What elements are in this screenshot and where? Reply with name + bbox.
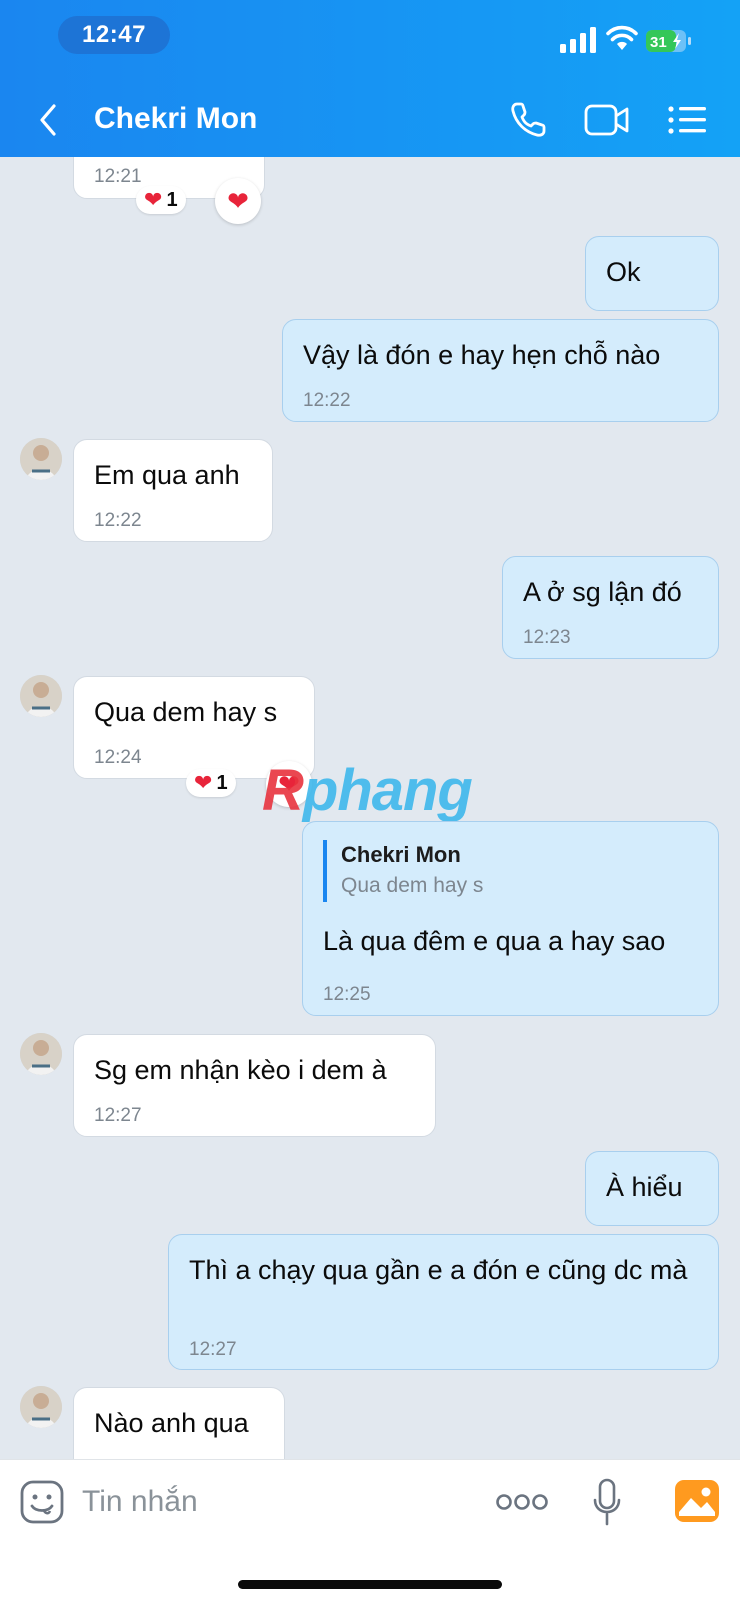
status-time: 12:47 (58, 16, 170, 54)
message-time: 12:24 (94, 747, 142, 768)
message-text: Nào anh qua (94, 1408, 249, 1438)
photo-gallery-button[interactable] (675, 1480, 719, 1522)
message-time: 12:27 (189, 1339, 237, 1360)
contact-avatar[interactable] (20, 675, 62, 717)
reaction-summary[interactable]: ❤ 1 (186, 769, 236, 797)
outgoing-message[interactable]: Ok (585, 236, 719, 311)
outgoing-message[interactable]: A ở sg lận đó 12:23 (502, 556, 719, 659)
message-time: 12:27 (94, 1105, 142, 1126)
incoming-message[interactable]: Em qua anh 12:22 (73, 439, 273, 542)
heart-icon: ❤ (194, 770, 213, 795)
message-text: Vậy là đón e hay hẹn chỗ nào (303, 340, 661, 370)
reaction-count: 1 (166, 188, 178, 211)
message-text: À hiểu (606, 1172, 683, 1202)
outgoing-reply-message[interactable]: Chekri Mon Qua dem hay s Là qua đêm e qu… (302, 821, 719, 1016)
message-text: Là qua đêm e qua a hay sao (323, 926, 666, 956)
more-options-button[interactable] (496, 1490, 548, 1514)
incoming-message[interactable]: Sg em nhận kèo i dem à 12:27 (73, 1034, 436, 1137)
contact-avatar[interactable] (20, 438, 62, 480)
message-time: 12:25 (323, 984, 371, 1005)
message-time: 12:22 (303, 390, 351, 411)
chat-header: 12:47 31 Chekri Mon (0, 0, 740, 157)
message-text: Qua dem hay s (94, 697, 278, 727)
outgoing-message[interactable]: Thì a chạy qua gần e a đón e cũng dc mà … (168, 1234, 719, 1370)
battery-level: 31 (650, 34, 667, 51)
message-time: 12:21 (94, 166, 142, 187)
battery-icon: 31 (646, 30, 691, 52)
message-time: 12:23 (523, 627, 571, 648)
message-text: Em qua anh (94, 460, 240, 490)
message-time: 12:22 (94, 510, 142, 531)
outgoing-message[interactable]: Vậy là đón e hay hẹn chỗ nào 12:22 (282, 319, 719, 422)
message-input[interactable] (82, 1480, 462, 1524)
phone-call-button[interactable] (508, 100, 548, 140)
quoted-message[interactable]: Chekri Mon Qua dem hay s (323, 840, 483, 902)
quoted-text: Qua dem hay s (341, 874, 484, 897)
react-button[interactable]: ❤ (215, 178, 261, 224)
wifi-icon (606, 25, 638, 50)
message-text: Sg em nhận kèo i dem à (94, 1055, 387, 1085)
reaction-summary[interactable]: ❤ 1 (136, 186, 186, 214)
home-indicator (238, 1580, 502, 1589)
watermark-logo: Rphang (262, 758, 473, 823)
cellular-signal-icon (560, 27, 596, 53)
message-text: Ok (606, 257, 641, 287)
microphone-button[interactable] (592, 1478, 622, 1526)
quoted-sender: Chekri Mon (341, 842, 461, 867)
video-call-button[interactable] (584, 102, 630, 138)
heart-icon: ❤ (227, 185, 249, 216)
composer-bar (0, 1459, 740, 1600)
chat-title[interactable]: Chekri Mon (94, 102, 257, 136)
message-list[interactable]: 12:21 ❤ 1 ❤ Ok Vậy là đón e hay hẹn chỗ … (0, 157, 740, 1459)
back-button[interactable] (34, 100, 64, 140)
message-text: A ở sg lận đó (523, 577, 682, 607)
contact-avatar[interactable] (20, 1386, 62, 1428)
contact-avatar[interactable] (20, 1033, 62, 1075)
menu-list-button[interactable] (668, 104, 706, 136)
reaction-count: 1 (216, 771, 228, 794)
sticker-button[interactable] (20, 1480, 64, 1524)
incoming-message[interactable]: Nào anh qua (73, 1387, 285, 1459)
outgoing-message[interactable]: À hiểu (585, 1151, 719, 1226)
heart-icon: ❤ (144, 187, 163, 212)
message-text: Thì a chạy qua gần e a đón e cũng dc mà (189, 1255, 688, 1285)
